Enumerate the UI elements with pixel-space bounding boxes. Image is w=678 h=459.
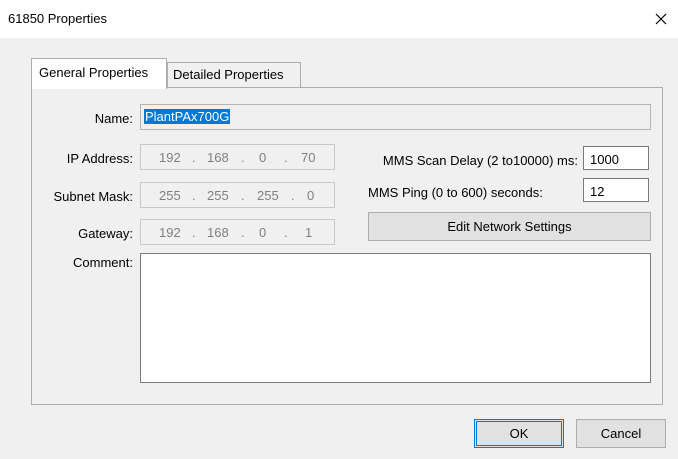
tab-general-properties[interactable]: General Properties <box>31 58 167 89</box>
ip-address-field[interactable]: 192 . 168 . 0 . 70 <box>140 144 335 170</box>
ip-separator: . <box>192 188 196 203</box>
subnet-octet-1: 255 <box>159 188 181 203</box>
subnet-octet-4: 0 <box>307 188 315 203</box>
subnet-octet-2: 255 <box>207 188 229 203</box>
gateway-octet-4: 1 <box>305 225 313 240</box>
cancel-label: Cancel <box>600 426 642 441</box>
title-bar: 61850 Properties <box>0 0 678 38</box>
ip-separator: . <box>284 225 288 240</box>
gateway-label: Gateway: <box>78 226 133 241</box>
subnet-mask-field[interactable]: 255 . 255 . 255 . 0 <box>140 182 335 208</box>
comment-label: Comment: <box>73 255 133 270</box>
close-icon <box>655 13 667 25</box>
ip-separator: . <box>241 225 245 240</box>
gateway-octet-1: 192 <box>159 225 181 240</box>
name-field[interactable]: PlantPAx700G <box>140 104 651 130</box>
comment-field[interactable] <box>140 253 651 383</box>
ip-octet-2: 168 <box>207 150 229 165</box>
ip-separator: . <box>241 150 245 165</box>
cancel-button[interactable]: Cancel <box>576 419 666 448</box>
mms-ping-label: MMS Ping (0 to 600) seconds: <box>368 185 543 200</box>
ok-button[interactable]: OK <box>474 419 564 448</box>
tab-label: Detailed Properties <box>173 67 284 82</box>
close-button[interactable] <box>644 0 678 38</box>
edit-network-settings-button[interactable]: Edit Network Settings <box>368 212 651 241</box>
subnet-mask-label: Subnet Mask: <box>53 189 134 204</box>
window-title: 61850 Properties <box>8 11 108 26</box>
name-value: PlantPAx700G <box>144 109 231 124</box>
mms-scan-delay-label: MMS Scan Delay (2 to10000) ms: <box>382 153 578 168</box>
edit-network-settings-label: Edit Network Settings <box>447 219 572 234</box>
tab-label: General Properties <box>39 65 149 80</box>
name-label: Name: <box>94 111 133 126</box>
ip-separator: . <box>241 188 245 203</box>
ip-octet-1: 192 <box>159 150 181 165</box>
ip-octet-4: 70 <box>301 150 316 165</box>
ip-octet-3: 0 <box>259 150 267 165</box>
ip-separator: . <box>192 225 196 240</box>
gateway-octet-2: 168 <box>207 225 229 240</box>
tab-detailed-properties[interactable]: Detailed Properties <box>167 62 301 88</box>
gateway-field[interactable]: 192 . 168 . 0 . 1 <box>140 219 335 245</box>
mms-ping-input[interactable]: 12 <box>583 178 649 202</box>
ok-label: OK <box>509 426 529 441</box>
mms-scan-delay-input[interactable]: 1000 <box>583 146 649 170</box>
ip-separator: . <box>284 150 288 165</box>
ip-separator: . <box>192 150 196 165</box>
subnet-octet-3: 255 <box>257 188 279 203</box>
ip-separator: . <box>291 188 295 203</box>
gateway-octet-3: 0 <box>259 225 267 240</box>
ip-address-label: IP Address: <box>66 151 133 166</box>
